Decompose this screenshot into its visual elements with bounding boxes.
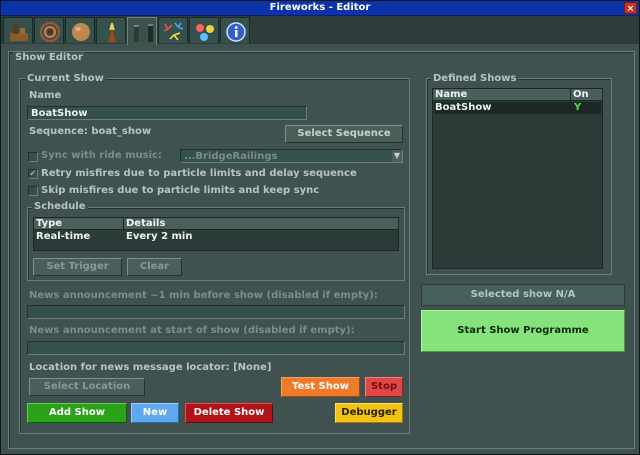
column-header-on[interactable]: On bbox=[573, 89, 589, 100]
burst-icon bbox=[163, 22, 184, 41]
delete-show-button[interactable]: Delete Show bbox=[185, 403, 273, 423]
window-title: Fireworks - Editor bbox=[269, 2, 371, 13]
select-location-button[interactable]: Select Location bbox=[29, 378, 145, 396]
column-divider bbox=[123, 218, 124, 230]
add-show-button[interactable]: Add Show bbox=[27, 403, 127, 423]
skip-misfires-label: Skip misfires due to particle limits and… bbox=[41, 185, 320, 196]
tab-multi-burst[interactable] bbox=[189, 17, 219, 43]
test-show-button[interactable]: Test Show bbox=[281, 377, 360, 397]
rings-icon bbox=[40, 22, 60, 42]
info-icon bbox=[226, 22, 246, 42]
mortar-icon bbox=[134, 24, 153, 42]
schedule-label: Schedule bbox=[32, 201, 88, 212]
chevron-down-icon[interactable]: ▼ bbox=[392, 150, 402, 162]
news-before-field[interactable] bbox=[27, 305, 405, 319]
tab-strip bbox=[1, 16, 639, 45]
ball-shell-icon bbox=[72, 23, 90, 41]
news-start-field[interactable] bbox=[27, 341, 405, 355]
column-header-type[interactable]: Type bbox=[36, 218, 62, 229]
schedule-table[interactable]: Type Details Real-time Every 2 min bbox=[33, 217, 399, 251]
fireworks-editor-window: Fireworks - Editor × Show Editor Current… bbox=[0, 0, 640, 455]
defined-shows-label: Defined Shows bbox=[431, 73, 519, 84]
tab-launcher[interactable] bbox=[3, 17, 33, 43]
news-start-label: News announcement at start of show (disa… bbox=[29, 325, 355, 336]
show-editor-label: Show Editor bbox=[13, 52, 85, 63]
name-label: Name bbox=[29, 90, 62, 101]
current-show-label: Current Show bbox=[25, 73, 106, 84]
news-before-label: News announcement ~1 min before show (di… bbox=[29, 290, 378, 301]
tab-mortar[interactable] bbox=[127, 17, 157, 45]
sequence-label: Sequence: boat_show bbox=[29, 126, 152, 137]
location-label: Location for news message locator: [None… bbox=[29, 362, 272, 373]
new-show-button[interactable]: New bbox=[131, 403, 179, 423]
selected-show-label: Selected show N/A bbox=[470, 289, 576, 300]
skip-misfires-checkbox[interactable] bbox=[28, 186, 38, 196]
show-name-field[interactable]: BoatShow bbox=[27, 106, 307, 120]
column-header-details[interactable]: Details bbox=[126, 218, 165, 229]
tab-ball-shell[interactable] bbox=[65, 17, 95, 43]
sync-label: Sync with ride music: bbox=[41, 150, 162, 161]
clear-button[interactable]: Clear bbox=[127, 258, 182, 276]
schedule-row-details[interactable]: Every 2 min bbox=[126, 231, 192, 242]
start-show-programme-button[interactable]: Start Show Programme bbox=[421, 310, 625, 352]
tab-rings[interactable] bbox=[34, 17, 64, 43]
defined-show-on-flag[interactable]: Y bbox=[574, 102, 581, 113]
tab-fountain[interactable] bbox=[96, 17, 126, 43]
tab-info[interactable] bbox=[220, 17, 250, 43]
defined-shows-table[interactable]: Name On BoatShow Y bbox=[432, 88, 603, 269]
title-bar[interactable]: Fireworks - Editor × bbox=[1, 1, 639, 16]
schedule-table-header bbox=[34, 218, 398, 230]
column-divider bbox=[570, 89, 571, 101]
multi-burst-icon bbox=[196, 24, 214, 41]
fountain-icon bbox=[108, 22, 116, 42]
tab-burst[interactable] bbox=[158, 17, 188, 43]
sync-music-dropdown[interactable]: ...BridgeRailings bbox=[180, 149, 403, 163]
launcher-icon bbox=[10, 25, 28, 41]
close-button[interactable]: × bbox=[624, 2, 637, 14]
retry-misfires-checkbox[interactable]: ✓ bbox=[28, 169, 38, 179]
debugger-button[interactable]: Debugger bbox=[335, 403, 403, 423]
defined-show-name[interactable]: BoatShow bbox=[435, 102, 491, 113]
stop-button[interactable]: Stop bbox=[365, 377, 403, 397]
sync-checkbox[interactable] bbox=[28, 152, 38, 162]
set-trigger-button[interactable]: Set Trigger bbox=[33, 258, 122, 276]
retry-misfires-label: Retry misfires due to particle limits an… bbox=[41, 168, 357, 179]
column-header-name[interactable]: Name bbox=[435, 89, 467, 100]
schedule-row-type[interactable]: Real-time bbox=[36, 231, 90, 242]
select-sequence-button[interactable]: Select Sequence bbox=[285, 125, 403, 143]
